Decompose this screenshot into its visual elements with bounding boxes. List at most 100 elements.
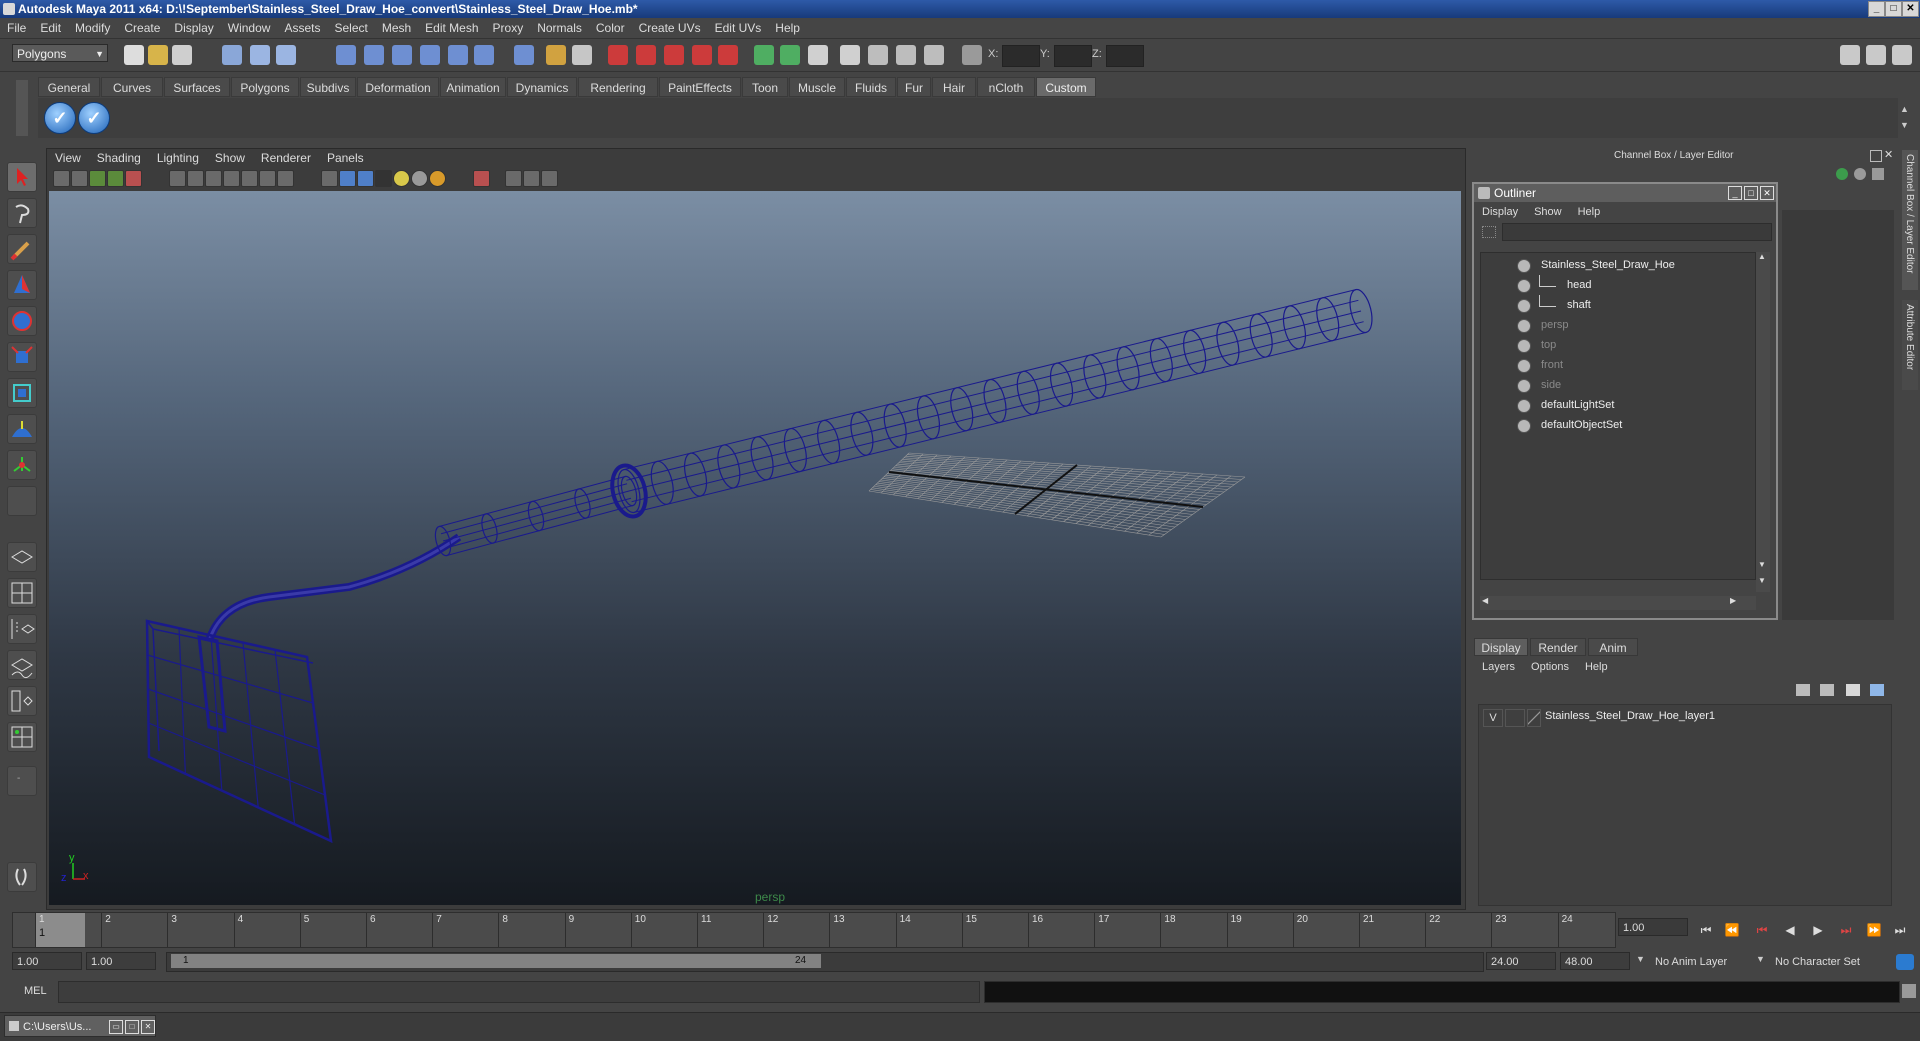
shelf-tab-fur[interactable]: Fur bbox=[897, 77, 931, 97]
range-slider-handle[interactable]: 1 24 bbox=[171, 954, 821, 968]
grid-toggle-icon[interactable] bbox=[169, 170, 186, 187]
xray-components-icon[interactable] bbox=[541, 170, 558, 187]
toggle-tool-settings-icon[interactable] bbox=[1866, 45, 1886, 65]
play-forwards-icon[interactable]: ▶ bbox=[1808, 922, 1828, 938]
select-tool-icon[interactable] bbox=[7, 162, 37, 192]
bookmarks-icon[interactable] bbox=[89, 170, 106, 187]
magnet-icon-5[interactable] bbox=[718, 45, 738, 65]
go-to-start-icon[interactable]: ⏮ bbox=[1696, 922, 1716, 938]
outliner-item[interactable]: front bbox=[1481, 355, 1751, 375]
step-back-frame-icon[interactable]: ⏪ bbox=[1722, 922, 1742, 938]
tab-render[interactable]: Render bbox=[1530, 638, 1586, 656]
input-ops-icon[interactable] bbox=[754, 45, 774, 65]
layer-row[interactable]: V Stainless_Steel_Draw_Hoe_layer1 bbox=[1479, 709, 1889, 727]
menu-select[interactable]: Select bbox=[327, 18, 374, 38]
single-view-layout-icon[interactable] bbox=[7, 542, 37, 572]
gate-mask-icon[interactable] bbox=[223, 170, 240, 187]
command-input[interactable] bbox=[58, 981, 980, 1003]
character-set-selector[interactable]: No Character Set bbox=[1770, 952, 1880, 970]
perspective-view[interactable]: y x z persp bbox=[49, 191, 1461, 905]
render-frame-icon[interactable] bbox=[868, 45, 888, 65]
channel-pencil-icon[interactable] bbox=[1872, 168, 1884, 180]
shelf-scroll-down[interactable]: ▼ bbox=[1900, 120, 1912, 132]
high-quality-icon[interactable] bbox=[429, 170, 446, 187]
snap-plane-icon[interactable] bbox=[420, 45, 440, 65]
scroll-up-arrow-icon[interactable]: ▲ bbox=[1758, 252, 1766, 261]
step-back-key-icon[interactable]: ⏮ bbox=[1752, 922, 1772, 938]
snap-grid-icon[interactable] bbox=[336, 45, 356, 65]
tab-anim[interactable]: Anim bbox=[1588, 638, 1638, 656]
outliner-persp-layout-icon[interactable] bbox=[7, 614, 37, 644]
side-tab-channel-box[interactable]: Channel Box / Layer Editor bbox=[1902, 150, 1918, 290]
toggle-attribute-editor-icon[interactable] bbox=[1840, 45, 1860, 65]
outliner-item[interactable]: shaft bbox=[1481, 295, 1751, 315]
outliner-minimize-button[interactable]: _ bbox=[1728, 186, 1742, 200]
auto-key-icon[interactable] bbox=[1896, 954, 1914, 970]
lock-icon[interactable] bbox=[546, 45, 566, 65]
hypershade-persp-layout-icon[interactable] bbox=[7, 686, 37, 716]
wireframe-on-shaded-icon[interactable] bbox=[357, 170, 374, 187]
vp-menu-shading[interactable]: Shading bbox=[89, 149, 149, 167]
layer-type-toggle[interactable] bbox=[1505, 709, 1525, 727]
magnet-icon-1[interactable] bbox=[608, 45, 628, 65]
menu-set-selector[interactable]: Polygons ▼ bbox=[12, 44, 108, 62]
open-scene-icon[interactable] bbox=[148, 45, 168, 65]
layer-color-swatch[interactable] bbox=[1527, 709, 1541, 727]
new-empty-layer-icon[interactable] bbox=[1846, 684, 1860, 696]
magnet-icon-4[interactable] bbox=[692, 45, 712, 65]
anim-layer-dropdown-arrow[interactable]: ▼ bbox=[1636, 954, 1645, 964]
outliner-close-button[interactable]: ✕ bbox=[1760, 186, 1774, 200]
universal-manipulator-icon[interactable] bbox=[7, 378, 37, 408]
channel-tilde-icon[interactable] bbox=[1854, 168, 1866, 180]
layer-menu-options[interactable]: Options bbox=[1523, 658, 1577, 676]
shelf-scroll-up[interactable]: ▲ bbox=[1900, 104, 1912, 116]
current-time-field[interactable]: 1.00 bbox=[1618, 918, 1688, 936]
character-set-dropdown-arrow[interactable]: ▼ bbox=[1756, 954, 1765, 964]
custom-check-button-1[interactable]: ✓ bbox=[44, 102, 76, 134]
outliner-horizontal-scrollbar[interactable]: ◀ ▶ bbox=[1480, 596, 1756, 610]
vp-menu-lighting[interactable]: Lighting bbox=[149, 149, 207, 167]
anim-layer-selector[interactable]: No Anim Layer bbox=[1650, 952, 1754, 970]
history-icon[interactable] bbox=[474, 45, 494, 65]
smooth-shading-icon[interactable] bbox=[339, 170, 356, 187]
select-hierarchy-icon[interactable] bbox=[222, 45, 242, 65]
shelf-tab-general[interactable]: General bbox=[38, 77, 100, 97]
film-gate-icon[interactable] bbox=[187, 170, 204, 187]
shelf-handle[interactable] bbox=[16, 80, 28, 136]
toggle-channel-box-icon[interactable] bbox=[1892, 45, 1912, 65]
shelf-tab-hair[interactable]: Hair bbox=[932, 77, 976, 97]
close-minimized-button[interactable]: ✕ bbox=[141, 1020, 155, 1034]
scroll-down-arrow-icon-2[interactable]: ▼ bbox=[1758, 576, 1766, 585]
command-language-label[interactable]: MEL bbox=[24, 985, 47, 997]
menu-color[interactable]: Color bbox=[589, 18, 632, 38]
menu-edit-uvs[interactable]: Edit UVs bbox=[708, 18, 769, 38]
shelf-tab-painteffects[interactable]: PaintEffects bbox=[659, 77, 741, 97]
persp-graph-outliner-layout-icon[interactable] bbox=[7, 722, 37, 752]
menu-window[interactable]: Window bbox=[221, 18, 278, 38]
custom-check-button-2[interactable]: ✓ bbox=[78, 102, 110, 134]
rotate-tool-icon[interactable] bbox=[7, 306, 37, 336]
camera-select-icon[interactable] bbox=[53, 170, 70, 187]
field-chart-icon[interactable] bbox=[241, 170, 258, 187]
channel-key-icon[interactable] bbox=[1836, 168, 1848, 180]
outliner-vertical-scrollbar[interactable]: ▲ ▼ ▼ bbox=[1756, 252, 1770, 592]
help-question-icon[interactable] bbox=[514, 45, 534, 65]
layout-options-icon[interactable]: - bbox=[7, 766, 37, 796]
move-tool-icon[interactable] bbox=[7, 270, 37, 300]
outliner-item[interactable]: defaultLightSet bbox=[1481, 395, 1751, 415]
lasso-tool-icon[interactable] bbox=[7, 198, 37, 228]
ipr-render-icon[interactable] bbox=[896, 45, 916, 65]
playback-start-field[interactable]: 1.00 bbox=[86, 952, 156, 970]
vp-menu-renderer[interactable]: Renderer bbox=[253, 149, 319, 167]
render-settings-icon[interactable] bbox=[924, 45, 944, 65]
go-to-end-icon[interactable]: ⏭ bbox=[1890, 922, 1910, 938]
shelf-tab-subdivs[interactable]: Subdivs bbox=[300, 77, 356, 97]
outliner-filter-icon[interactable] bbox=[1482, 226, 1496, 238]
grease-pencil-icon[interactable] bbox=[125, 170, 142, 187]
safe-action-icon[interactable] bbox=[259, 170, 276, 187]
menu-create[interactable]: Create bbox=[117, 18, 167, 38]
construction-history-icon[interactable] bbox=[808, 45, 828, 65]
minimized-window-item[interactable]: C:\Users\Us... ▭ □ ✕ bbox=[4, 1015, 156, 1037]
vp-menu-view[interactable]: View bbox=[47, 149, 89, 167]
restore-button[interactable]: ▭ bbox=[109, 1020, 123, 1034]
